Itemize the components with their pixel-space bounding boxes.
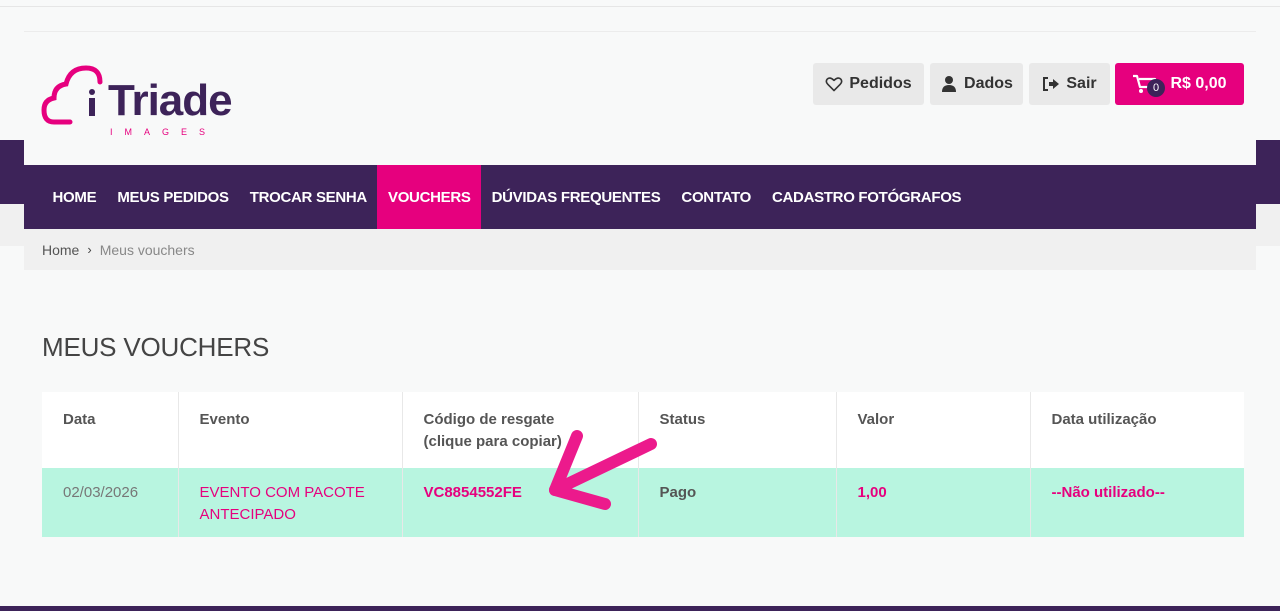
pedidos-label: Pedidos: [849, 75, 912, 92]
cart-total: R$ 0,00: [1170, 75, 1227, 92]
col-header-valor: Valor: [836, 392, 1031, 468]
breadcrumb-separator: ›: [87, 242, 92, 257]
nav-duvidas-frequentes[interactable]: DÚVIDAS FREQUENTES: [481, 165, 671, 229]
sair-button[interactable]: Sair: [1029, 63, 1110, 105]
sign-out-icon: [1042, 75, 1060, 93]
annotation-arrow-icon: [549, 430, 657, 510]
col-header-data-utilizacao: Data utilização: [1051, 411, 1157, 428]
cell-data-utilizacao: --Não utilizado--: [1051, 484, 1165, 501]
nav-contato[interactable]: CONTATO: [671, 165, 762, 229]
cell-data: 02/03/2026: [42, 468, 179, 537]
dados-button[interactable]: Dados: [930, 63, 1023, 105]
main-nav: HOME MEUS PEDIDOS TROCAR SENHA VOUCHERS …: [24, 165, 1256, 229]
sair-label: Sair: [1066, 75, 1097, 92]
nav-meus-pedidos[interactable]: MEUS PEDIDOS: [107, 165, 239, 229]
nav-vouchers[interactable]: VOUCHERS: [377, 165, 482, 229]
header-divider: [24, 31, 1256, 32]
logo-wordmark: Triade: [108, 76, 233, 125]
cell-evento-line2: ANTECIPADO: [199, 506, 296, 523]
nav-trocar-senha[interactable]: TROCAR SENHA: [239, 165, 377, 229]
breadcrumb-current: Meus vouchers: [99, 241, 195, 258]
heart-icon: [825, 75, 843, 93]
cell-evento[interactable]: EVENTO COM PACOTE ANTECIPADO: [178, 468, 403, 537]
nav-cadastro-fotografos[interactable]: CADASTRO FOTÓGRAFOS: [761, 165, 971, 229]
logo-mark-icon: [41, 65, 103, 125]
cart-button[interactable]: 0 R$ 0,00: [1115, 63, 1244, 105]
cell-evento-line1: EVENTO COM PACOTE: [199, 484, 365, 501]
breadcrumb: Home › Meus vouchers: [24, 229, 1256, 270]
cart-count-badge: 0: [1147, 79, 1165, 97]
col-header-evento: Evento: [178, 392, 403, 468]
pedidos-button[interactable]: Pedidos: [813, 63, 924, 105]
site-logo[interactable]: Triade IMAGES: [40, 62, 233, 140]
page-title: MEUS VOUCHERS: [42, 332, 270, 362]
top-divider: [0, 6, 1280, 7]
logo-subtitle: IMAGES: [110, 127, 218, 137]
nav-home[interactable]: HOME: [42, 165, 107, 229]
breadcrumb-home-link[interactable]: Home: [42, 242, 79, 258]
cell-valor: 1,00: [836, 468, 1031, 537]
dados-label: Dados: [964, 75, 1013, 92]
footer-band: [0, 606, 1280, 611]
user-icon: [940, 75, 958, 93]
col-header-data: Data: [42, 392, 179, 468]
